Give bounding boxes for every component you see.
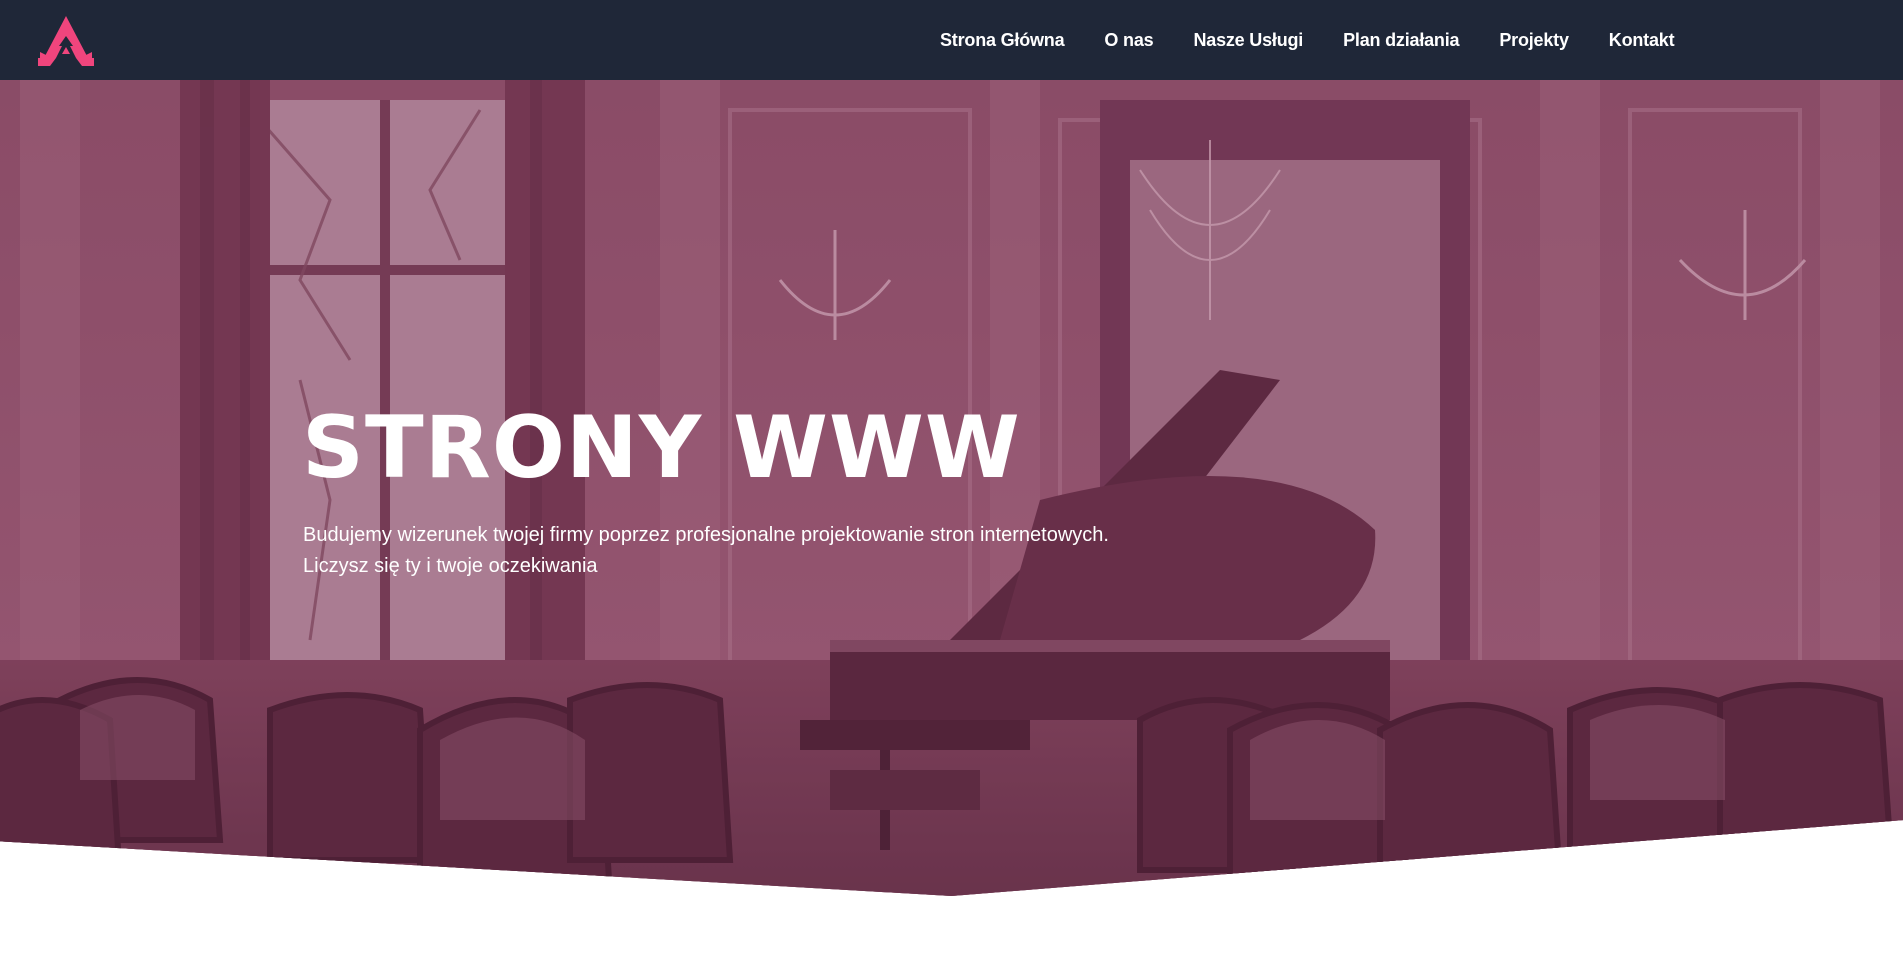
hero-line-1: Budujemy wizerunek twojej firmy poprzez … <box>303 524 1109 546</box>
nav-item-contact[interactable]: Kontakt <box>1609 30 1675 51</box>
nav-item-about[interactable]: O nas <box>1104 30 1153 51</box>
hero-description: Budujemy wizerunek twojej firmy poprzez … <box>303 520 1303 582</box>
navbar: Strona Główna O nas Nasze Usługi Plan dz… <box>0 0 1903 80</box>
hero-title: STRONY WWW <box>302 398 1021 498</box>
nav-item-projects[interactable]: Projekty <box>1499 30 1569 51</box>
hero-line-2: Liczysz się ty i twoje oczekiwania <box>303 555 598 577</box>
main-nav: Strona Główna O nas Nasze Usługi Plan dz… <box>940 0 1714 80</box>
nav-item-home[interactable]: Strona Główna <box>940 30 1065 51</box>
nav-item-plan[interactable]: Plan działania <box>1343 30 1459 51</box>
logo-triangle-icon[interactable] <box>38 14 94 66</box>
nav-item-services[interactable]: Nasze Usługi <box>1193 30 1303 51</box>
hero-section: STRONY WWW Budujemy wizerunek twojej fir… <box>0 80 1903 896</box>
